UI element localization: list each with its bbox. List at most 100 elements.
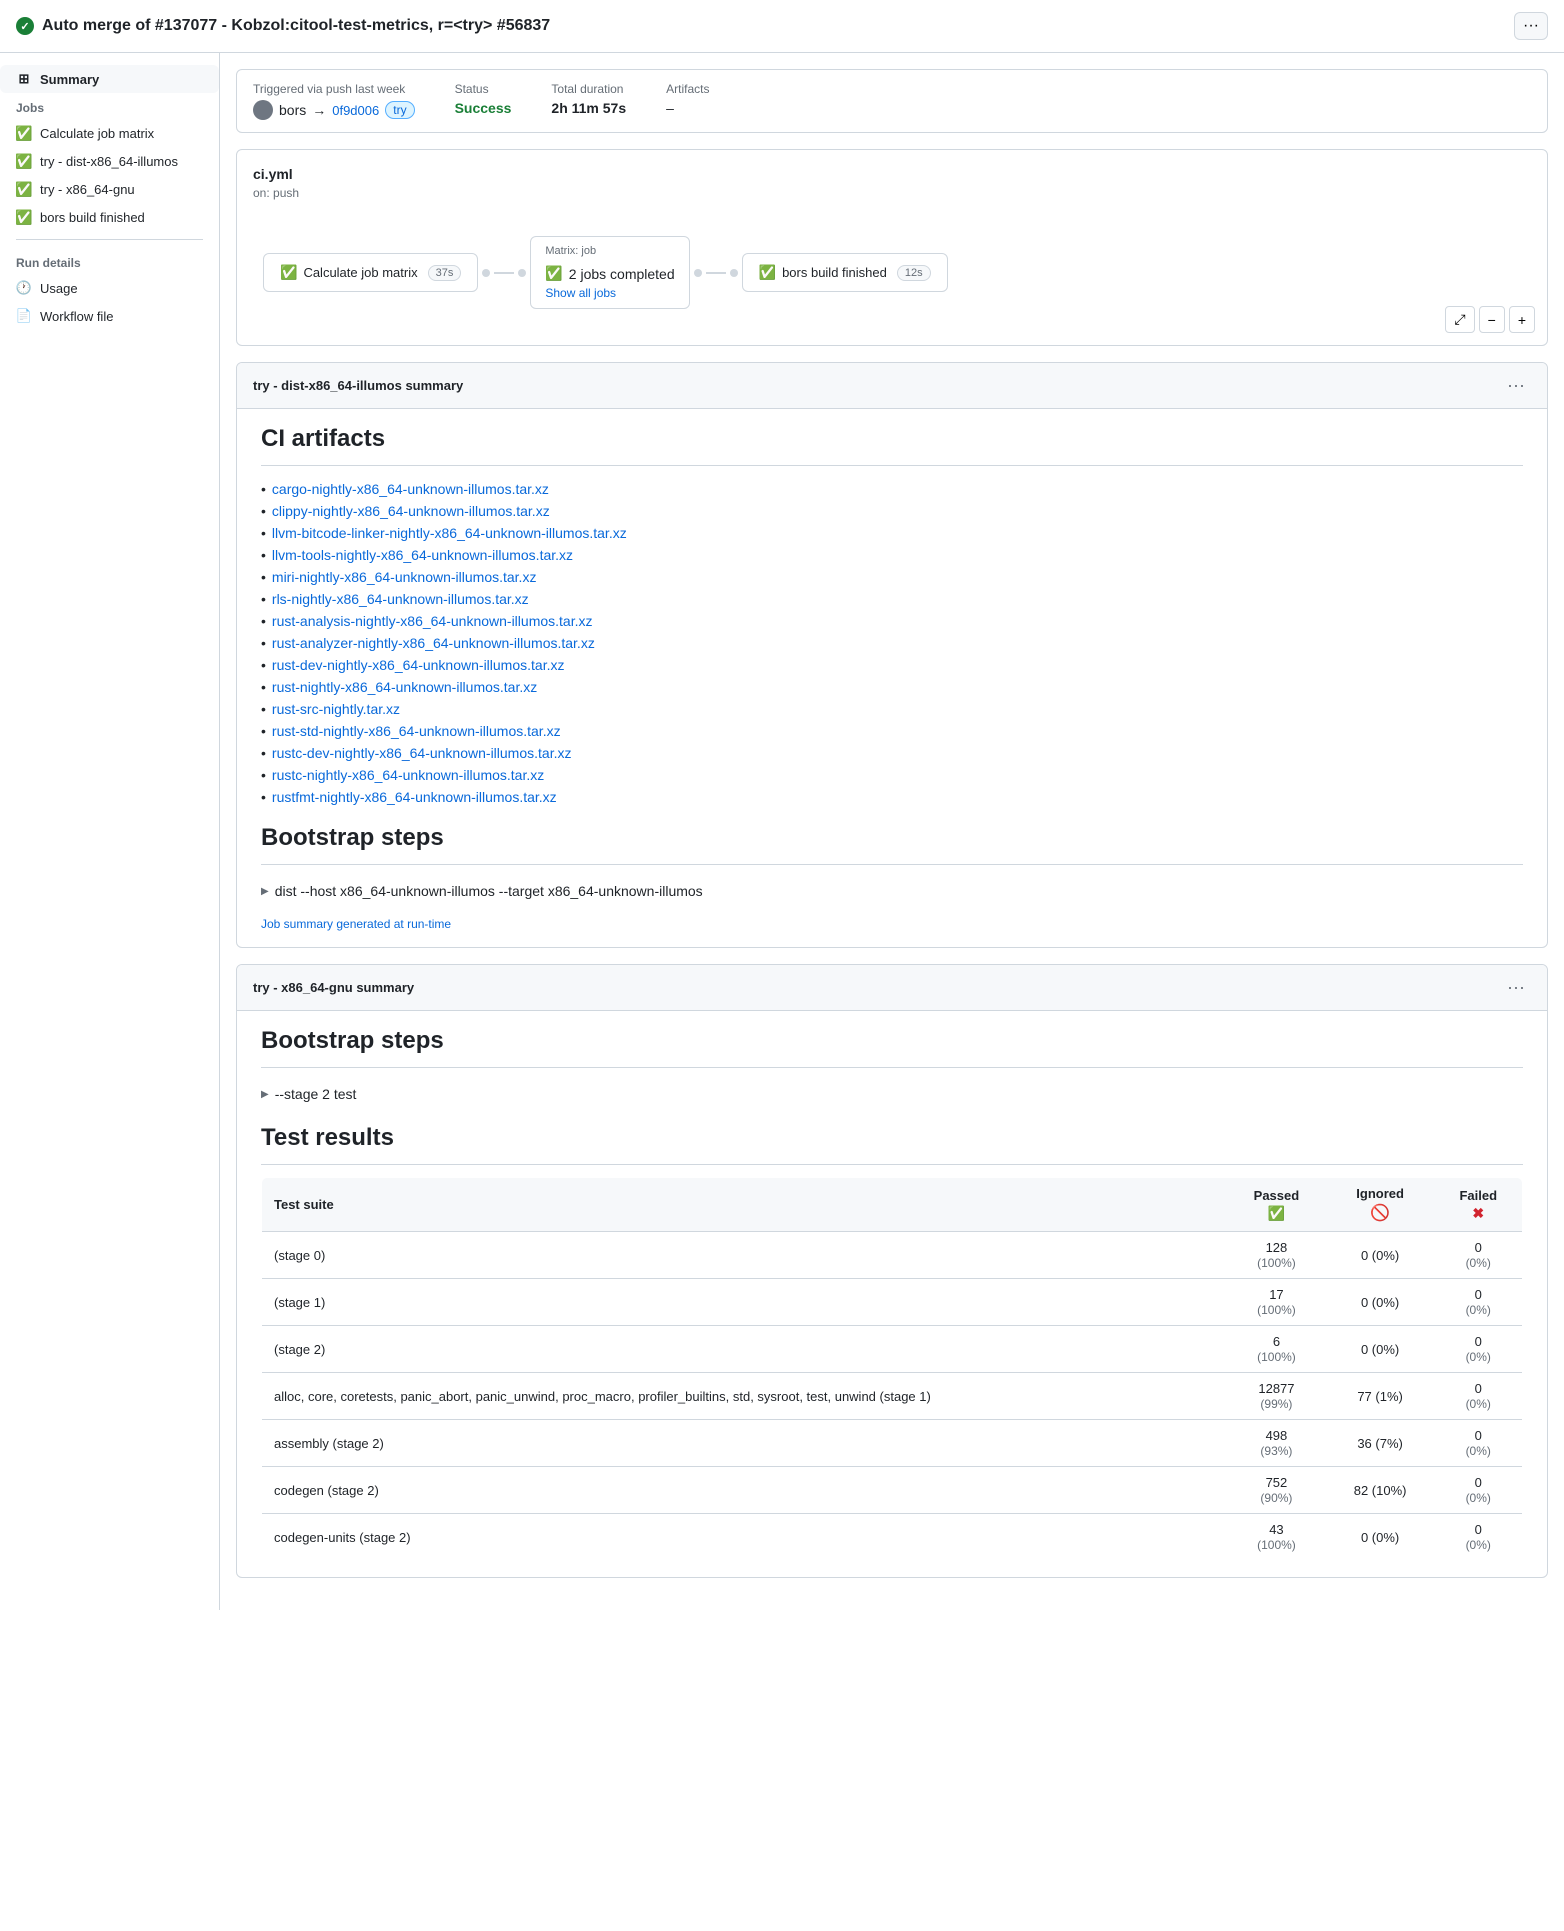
bootstrap-item-1: dist --host x86_64-unknown-illumos --tar… xyxy=(261,877,1523,905)
sidebar-item-bors-build[interactable]: ✅ bors build finished xyxy=(0,203,219,231)
artifact-link-3[interactable]: llvm-bitcode-linker-nightly-x86_64-unkno… xyxy=(272,525,627,541)
fit-view-button[interactable]: ⤢ xyxy=(1445,306,1474,333)
table-row: assembly (stage 2) 498(93%) 36 (7%) 0(0%… xyxy=(262,1420,1523,1467)
artifact-list: cargo-nightly-x86_64-unknown-illumos.tar… xyxy=(261,478,1523,808)
failed-cell: 0(0%) xyxy=(1434,1420,1522,1467)
artifact-link-12[interactable]: rust-std-nightly-x86_64-unknown-illumos.… xyxy=(272,723,561,739)
section-body-1: CI artifacts cargo-nightly-x86_64-unknow… xyxy=(237,409,1547,947)
list-item: rust-dev-nightly-x86_64-unknown-illumos.… xyxy=(261,654,1523,676)
section-more-options-2[interactable]: ··· xyxy=(1501,975,1531,1000)
failed-cell: 0(0%) xyxy=(1434,1279,1522,1326)
sidebar-item-workflow-file[interactable]: 📄 Workflow file xyxy=(0,302,219,330)
list-item: rust-src-nightly.tar.xz xyxy=(261,698,1523,720)
ignored-cell: 0 (0%) xyxy=(1326,1279,1435,1326)
list-item: rust-analyzer-nightly-x86_64-unknown-ill… xyxy=(261,632,1523,654)
zoom-out-button[interactable]: − xyxy=(1479,306,1505,333)
passed-cell: 17(100%) xyxy=(1227,1279,1326,1326)
workflow-node-matrix: Matrix: job ✅ 2 jobs completed Show all … xyxy=(530,236,689,309)
failed-icon: ✖ xyxy=(1472,1205,1484,1222)
suite-cell: codegen (stage 2) xyxy=(262,1467,1228,1514)
clock-icon: 🕐 xyxy=(16,280,32,296)
workflow-node-bors: ✅ bors build finished 12s xyxy=(742,253,948,292)
home-icon: ⊞ xyxy=(16,71,32,87)
ignored-cell: 0 (0%) xyxy=(1326,1514,1435,1561)
th-ignored: Ignored 🚫 xyxy=(1326,1178,1435,1232)
th-failed: Failed ✖ xyxy=(1434,1178,1522,1232)
suite-cell: codegen-units (stage 2) xyxy=(262,1514,1228,1561)
avatar xyxy=(253,100,273,120)
artifact-link-13[interactable]: rustc-dev-nightly-x86_64-unknown-illumos… xyxy=(272,745,572,761)
section-header-1: try - dist-x86_64-illumos summary ··· xyxy=(237,363,1547,409)
ci-artifacts-title: CI artifacts xyxy=(261,425,1523,453)
artifacts-info: Artifacts – xyxy=(666,82,709,116)
suite-cell: (stage 1) xyxy=(262,1279,1228,1326)
page-title: Auto merge of #137077 - Kobzol:citool-te… xyxy=(16,17,550,35)
failed-cell: 0(0%) xyxy=(1434,1467,1522,1514)
artifact-link-10[interactable]: rust-nightly-x86_64-unknown-illumos.tar.… xyxy=(272,679,537,695)
table-row: (stage 0) 128(100%) 0 (0%) 0(0%) xyxy=(262,1232,1523,1279)
artifact-link-1[interactable]: cargo-nightly-x86_64-unknown-illumos.tar… xyxy=(272,481,549,497)
th-suite: Test suite xyxy=(262,1178,1228,1232)
suite-cell: (stage 0) xyxy=(262,1232,1228,1279)
list-item: clippy-nightly-x86_64-unknown-illumos.ta… xyxy=(261,500,1523,522)
job-summary-note[interactable]: Job summary generated at run-time xyxy=(261,917,1523,931)
sidebar-item-calculate-job-matrix[interactable]: ✅ Calculate job matrix xyxy=(0,119,219,147)
passed-cell: 128(100%) xyxy=(1227,1232,1326,1279)
divider-1 xyxy=(261,465,1523,466)
section-header-2: try - x86_64-gnu summary ··· xyxy=(237,965,1547,1011)
artifact-link-4[interactable]: llvm-tools-nightly-x86_64-unknown-illumo… xyxy=(272,547,573,563)
trigger-info: Triggered via push last week bors → 0f9d… xyxy=(253,82,415,120)
table-row: alloc, core, coretests, panic_abort, pan… xyxy=(262,1373,1523,1420)
table-row: codegen-units (stage 2) 43(100%) 0 (0%) … xyxy=(262,1514,1523,1561)
trigger-bar: Triggered via push last week bors → 0f9d… xyxy=(236,69,1548,133)
ignored-cell: 77 (1%) xyxy=(1326,1373,1435,1420)
sidebar-item-dist-illumos[interactable]: ✅ try - dist-x86_64-illumos xyxy=(0,147,219,175)
workflow-node-calculate: ✅ Calculate job matrix 37s xyxy=(263,253,478,292)
artifact-link-14[interactable]: rustc-nightly-x86_64-unknown-illumos.tar… xyxy=(272,767,544,783)
matrix-check-icon: ✅ xyxy=(545,265,562,282)
artifact-link-8[interactable]: rust-analyzer-nightly-x86_64-unknown-ill… xyxy=(272,635,595,651)
artifact-link-6[interactable]: rls-nightly-x86_64-unknown-illumos.tar.x… xyxy=(272,591,529,607)
sidebar-item-usage[interactable]: 🕐 Usage xyxy=(0,274,219,302)
test-results-title: Test results xyxy=(261,1124,1523,1152)
artifact-link-9[interactable]: rust-dev-nightly-x86_64-unknown-illumos.… xyxy=(272,657,565,673)
ignored-cell: 82 (10%) xyxy=(1326,1467,1435,1514)
artifact-link-2[interactable]: clippy-nightly-x86_64-unknown-illumos.ta… xyxy=(272,503,550,519)
failed-cell: 0(0%) xyxy=(1434,1514,1522,1561)
commit-link[interactable]: 0f9d006 xyxy=(332,103,379,118)
main-content: Triggered via push last week bors → 0f9d… xyxy=(220,53,1564,1610)
check-icon-2: ✅ xyxy=(16,153,32,169)
file-icon: 📄 xyxy=(16,308,32,324)
list-item: cargo-nightly-x86_64-unknown-illumos.tar… xyxy=(261,478,1523,500)
node-check-icon-3: ✅ xyxy=(759,264,776,281)
duration-info: Total duration 2h 11m 57s xyxy=(551,82,626,116)
more-options-button[interactable]: ··· xyxy=(1514,12,1548,40)
zoom-in-button[interactable]: + xyxy=(1509,306,1535,333)
status-icon xyxy=(16,17,34,35)
th-passed: Passed ✅ xyxy=(1227,1178,1326,1232)
sidebar-item-summary[interactable]: ⊞ Summary xyxy=(0,65,219,93)
workflow-controls: ⤢ − + xyxy=(1445,306,1535,333)
passed-cell: 498(93%) xyxy=(1227,1420,1326,1467)
artifact-link-7[interactable]: rust-analysis-nightly-x86_64-unknown-ill… xyxy=(272,613,593,629)
failed-cell: 0(0%) xyxy=(1434,1326,1522,1373)
artifact-link-15[interactable]: rustfmt-nightly-x86_64-unknown-illumos.t… xyxy=(272,789,557,805)
sidebar-divider xyxy=(16,239,203,240)
artifact-link-5[interactable]: miri-nightly-x86_64-unknown-illumos.tar.… xyxy=(272,569,537,585)
artifact-link-11[interactable]: rust-src-nightly.tar.xz xyxy=(272,701,400,717)
show-jobs-link[interactable]: Show all jobs xyxy=(545,286,674,300)
sidebar-item-x86-gnu[interactable]: ✅ try - x86_64-gnu xyxy=(0,175,219,203)
check-icon-4: ✅ xyxy=(16,209,32,225)
check-icon-3: ✅ xyxy=(16,181,32,197)
connector-dot-4 xyxy=(730,269,738,277)
node-check-icon: ✅ xyxy=(280,264,297,281)
divider-4 xyxy=(261,1164,1523,1165)
status-info: Status Success xyxy=(455,82,512,116)
jobs-section-label: Jobs xyxy=(0,93,219,119)
divider-2 xyxy=(261,864,1523,865)
summary-section-dist-illumos: try - dist-x86_64-illumos summary ··· CI… xyxy=(236,362,1548,948)
section-more-options-1[interactable]: ··· xyxy=(1501,373,1531,398)
passed-cell: 752(90%) xyxy=(1227,1467,1326,1514)
passed-cell: 43(100%) xyxy=(1227,1514,1326,1561)
layout: ⊞ Summary Jobs ✅ Calculate job matrix ✅ … xyxy=(0,53,1564,1610)
